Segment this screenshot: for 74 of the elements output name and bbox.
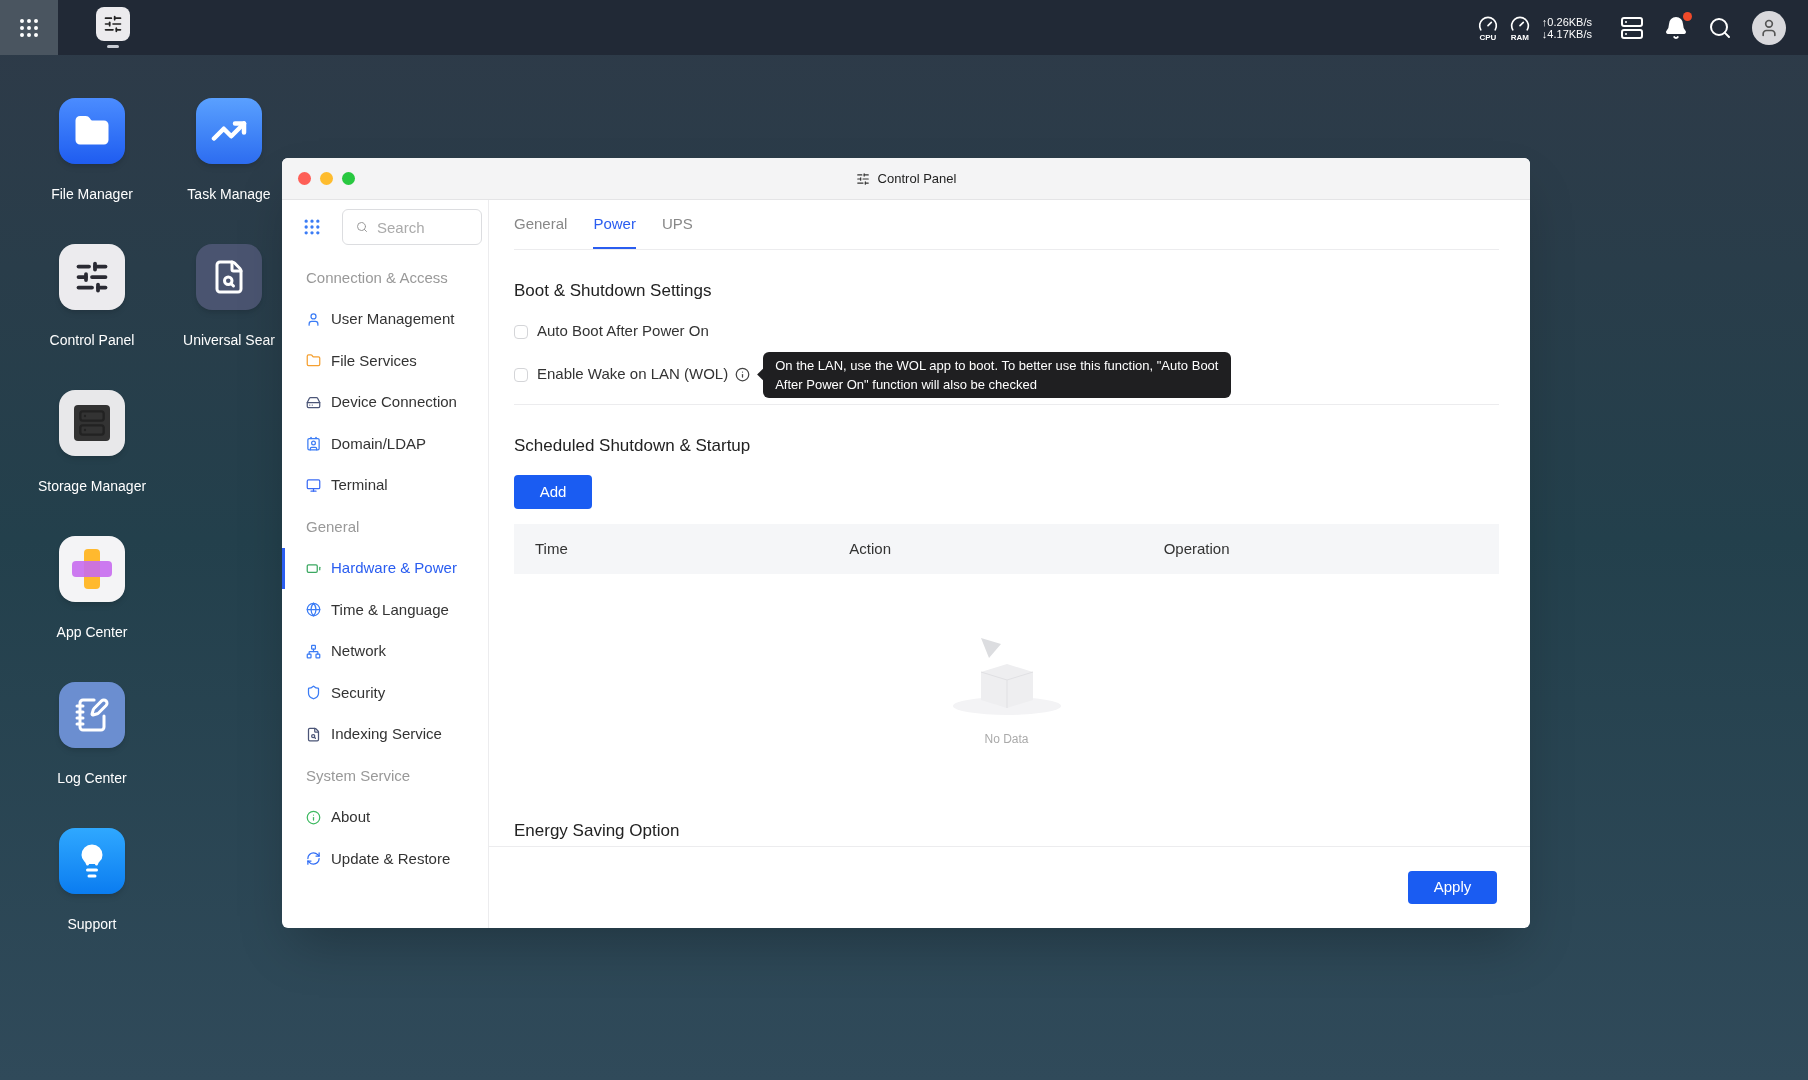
checkbox-label[interactable]: Auto Boot After Power On xyxy=(537,320,709,343)
desktop-app-label[interactable]: Support xyxy=(67,914,117,935)
search-icon[interactable] xyxy=(1708,15,1732,40)
sidebar-item-icon xyxy=(306,685,321,701)
checkbox-label[interactable]: Enable Wake on LAN (WOL) xyxy=(537,363,729,386)
server-status-icon[interactable] xyxy=(1620,15,1644,40)
desktop-app-icon[interactable] xyxy=(196,244,262,310)
window-title: Control Panel xyxy=(877,169,957,188)
tab[interactable]: UPS xyxy=(661,212,693,249)
apply-button[interactable]: Apply xyxy=(1408,871,1497,904)
taskbar-app-icon[interactable] xyxy=(96,7,130,48)
sidebar-item[interactable]: Update & Restore xyxy=(282,838,488,880)
section-heading: Boot & Shutdown Settings xyxy=(514,280,713,302)
sidebar-item[interactable]: Indexing Service xyxy=(282,713,488,755)
desktop-app-label[interactable]: Universal Sear xyxy=(183,330,275,351)
sidebar-item-icon xyxy=(306,809,321,825)
section-heading: Scheduled Shutdown & Startup xyxy=(514,434,752,457)
sidebar-item[interactable]: User Management xyxy=(282,298,488,340)
sidebar-section-title: System Service xyxy=(305,765,412,786)
tab[interactable]: General xyxy=(514,212,568,249)
sidebar-item-icon xyxy=(306,394,321,410)
cpu-label: CPU xyxy=(1479,33,1497,42)
sidebar-section-title: General xyxy=(305,516,361,537)
desktop-app-icon[interactable] xyxy=(59,390,125,456)
desktop-app-icon[interactable] xyxy=(196,98,262,164)
control-panel-icon xyxy=(855,171,870,186)
sidebar-item-icon xyxy=(306,851,321,867)
sidebar-item-icon xyxy=(306,602,321,618)
sidebar-item[interactable]: Security xyxy=(282,672,488,714)
user-avatar[interactable] xyxy=(1752,10,1786,45)
sidebar-item-icon xyxy=(306,477,321,493)
desktop-app-icon[interactable] xyxy=(59,98,125,164)
empty-state-text: No Data xyxy=(984,731,1029,748)
info-icon[interactable] xyxy=(735,367,751,382)
sidebar-item[interactable]: About xyxy=(282,796,488,838)
close-button[interactable] xyxy=(298,172,311,185)
sidebar-item[interactable]: Network xyxy=(282,630,488,672)
column-header: Operation xyxy=(1163,538,1231,559)
desktop-app-icon[interactable] xyxy=(59,244,125,310)
checkbox[interactable] xyxy=(514,367,528,382)
search-icon xyxy=(356,221,368,233)
download-speed: ↓4.17KB/s xyxy=(1541,27,1592,40)
desktop-app-label[interactable]: Storage Manager xyxy=(37,476,147,497)
sidebar-item[interactable]: File Services xyxy=(282,340,488,382)
sidebar-item-icon xyxy=(306,643,321,659)
desktop-app-icon[interactable] xyxy=(59,828,125,894)
sidebar-item-icon xyxy=(306,726,321,742)
add-button[interactable]: Add xyxy=(514,475,592,509)
sidebar-item[interactable]: Time & Language xyxy=(282,589,488,631)
desktop-app-label[interactable]: Control Panel xyxy=(49,330,135,351)
checkbox[interactable] xyxy=(514,324,528,339)
desktop-app-icon[interactable] xyxy=(59,682,125,748)
search-field[interactable]: Search xyxy=(342,209,482,245)
column-header: Time xyxy=(535,538,569,559)
desktop-app-icon[interactable] xyxy=(59,536,125,602)
section-heading: Energy Saving Option xyxy=(514,820,681,842)
desktop-app-label[interactable]: Task Manage xyxy=(187,184,271,205)
desktop-app-label[interactable]: File Manager xyxy=(51,184,133,205)
sidebar-item[interactable]: Hardware & Power xyxy=(282,547,488,589)
all-apps-icon[interactable] xyxy=(302,217,322,237)
sidebar-item[interactable]: Terminal xyxy=(282,464,488,506)
desktop-app-label[interactable]: Log Center xyxy=(57,768,127,789)
sidebar-item-icon xyxy=(306,436,321,452)
upload-speed: ↑0.26KB/s xyxy=(1541,15,1592,28)
ram-label: RAM xyxy=(1510,33,1529,42)
app-launcher-button[interactable] xyxy=(0,0,58,55)
sidebar-section-title: Connection & Access xyxy=(305,267,449,288)
sidebar-item-icon xyxy=(306,353,321,369)
tab[interactable]: Power xyxy=(593,212,636,249)
column-header: Action xyxy=(849,538,893,559)
sidebar-item[interactable]: Domain/LDAP xyxy=(282,423,488,465)
sidebar-item[interactable]: Device Connection xyxy=(282,381,488,423)
sidebar-item-icon xyxy=(306,311,321,327)
desktop-app-label[interactable]: App Center xyxy=(56,622,128,643)
